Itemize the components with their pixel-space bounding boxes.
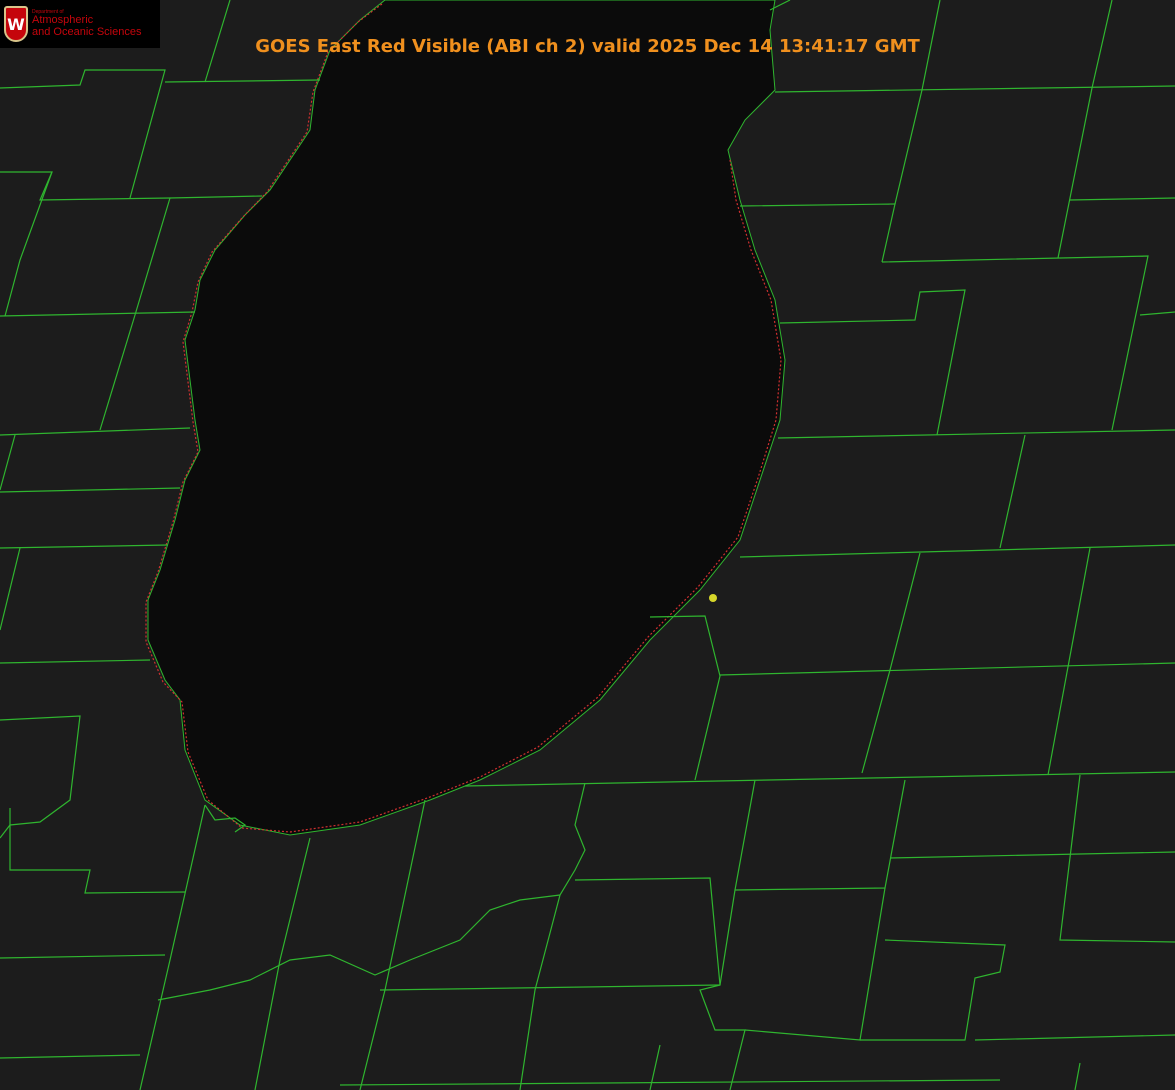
location-marker: [709, 594, 717, 602]
logo-line2: Atmospheric: [32, 14, 94, 27]
crest-letter: W: [7, 14, 25, 34]
satellite-map: W Department of Atmospheric and Oceanic …: [0, 0, 1175, 1090]
lake-michigan: [147, 0, 786, 836]
image-title: GOES East Red Visible (ABI ch 2) valid 2…: [255, 36, 920, 57]
map-layers: [0, 0, 1175, 1090]
